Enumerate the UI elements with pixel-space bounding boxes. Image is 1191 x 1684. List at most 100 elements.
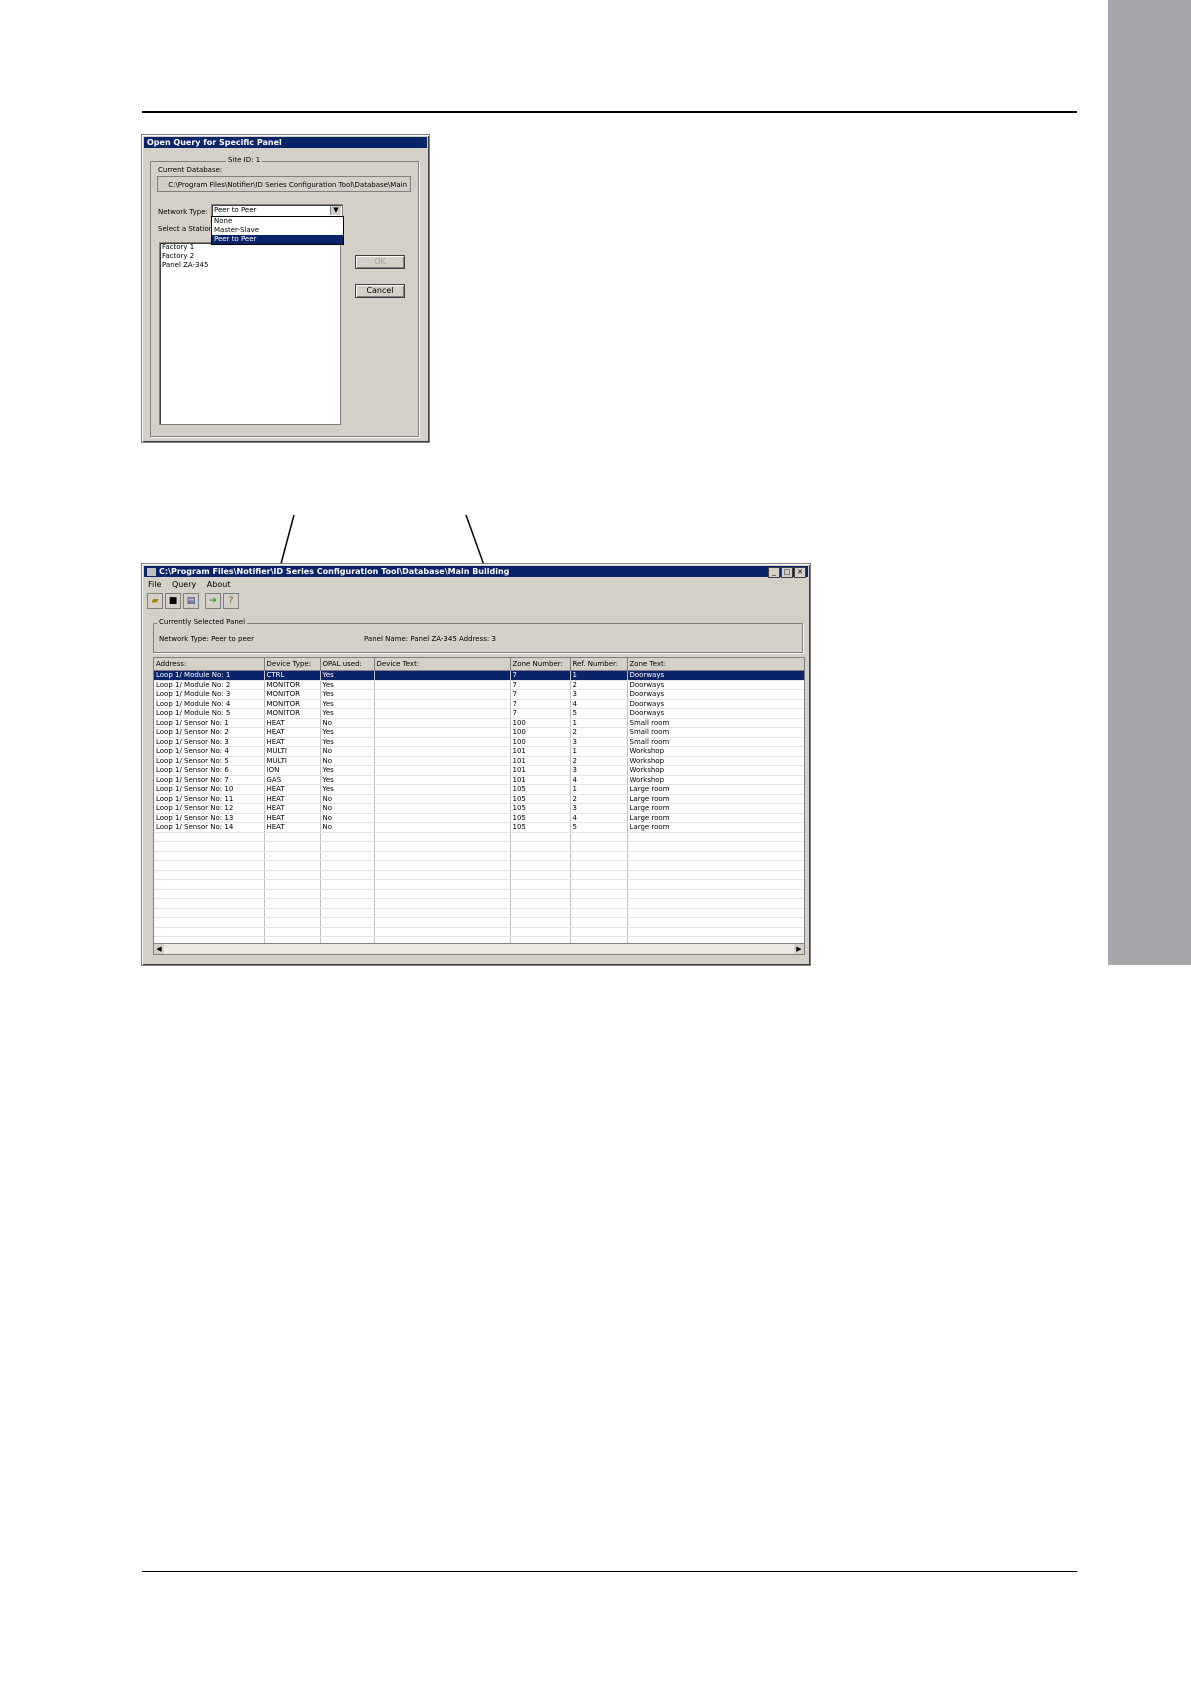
table-row[interactable]: Loop 1/ Sensor No: 1 HEAT No 100 1 Small room xyxy=(154,718,804,728)
network-type-info: Network Type: Peer to peer xyxy=(159,635,254,643)
horizontal-scrollbar[interactable]: ◀ ▶ xyxy=(153,943,805,955)
network-option-none[interactable]: None xyxy=(212,217,343,226)
table-cell xyxy=(510,917,571,928)
empty-table-row xyxy=(154,927,804,937)
empty-table-row xyxy=(154,851,804,861)
menu-about[interactable]: About xyxy=(207,580,231,589)
table-row[interactable]: Loop 1/ Sensor No: 5 MULTI No 101 2 Workshop xyxy=(154,756,804,766)
menu-query[interactable]: Query xyxy=(172,580,196,589)
table-cell xyxy=(320,832,375,842)
table-row[interactable]: Loop 1/ Sensor No: 12 HEAT No 105 3 Large roo… xyxy=(154,803,804,814)
table-cell: Loop 1/ Module No: 1 xyxy=(154,670,265,681)
table-cell xyxy=(320,898,375,909)
table-row[interactable]: Loop 1/ Module No: 2 MONITOR Yes 7 2 Doorways xyxy=(154,680,804,690)
table-cell xyxy=(374,870,511,880)
column-header[interactable]: Device Text: xyxy=(374,658,511,671)
table-cell: Loop 1/ Sensor No: 11 xyxy=(154,794,265,804)
table-cell xyxy=(154,898,265,909)
empty-table-row xyxy=(154,832,804,842)
table-cell xyxy=(374,851,511,861)
table-cell xyxy=(374,898,511,909)
table-row[interactable]: Loop 1/ Sensor No: 7 GAS Yes 101 4 Workshop xyxy=(154,775,804,785)
table-cell xyxy=(374,775,511,785)
table-cell: Loop 1/ Sensor No: 14 xyxy=(154,822,265,833)
table-row[interactable]: Loop 1/ Module No: 3 MONITOR Yes 7 3 Doorways xyxy=(154,689,804,700)
table-cell: GAS xyxy=(264,775,321,785)
table-cell: ION xyxy=(264,765,321,776)
table-cell: Yes xyxy=(320,727,375,738)
table-row[interactable]: Loop 1/ Sensor No: 2 HEAT Yes 100 2 Small roo… xyxy=(154,727,804,738)
table-cell xyxy=(154,889,265,899)
save-disk-icon[interactable]: ■ xyxy=(165,593,181,609)
table-row[interactable]: Loop 1/ Module No: 1 CTRL Yes 7 1 Doorways xyxy=(154,670,804,681)
table-cell xyxy=(374,765,511,776)
selected-panel-label: Currently Selected Panel xyxy=(157,618,248,626)
minimize-icon[interactable]: _ xyxy=(768,567,780,578)
table-cell: Workshop xyxy=(627,765,804,776)
empty-table-row xyxy=(154,889,804,899)
table-cell: 4 xyxy=(570,699,628,709)
maximize-icon[interactable]: □ xyxy=(781,567,793,578)
table-cell: 1 xyxy=(570,746,628,757)
table-cell: Large room xyxy=(627,794,804,804)
table-row[interactable]: Loop 1/ Sensor No: 6 ION Yes 101 3 Workshop xyxy=(154,765,804,776)
table-cell xyxy=(570,860,628,871)
column-header[interactable]: Zone Text: xyxy=(627,658,804,671)
table-row[interactable]: Loop 1/ Sensor No: 13 HEAT No 105 4 Large roo… xyxy=(154,813,804,823)
table-cell: 3 xyxy=(570,689,628,700)
table-cell xyxy=(374,832,511,842)
table-cell xyxy=(627,832,804,842)
table-cell: HEAT xyxy=(264,794,321,804)
table-cell xyxy=(154,841,265,852)
table-row[interactable]: Loop 1/ Module No: 5 MONITOR Yes 7 5 Doorways xyxy=(154,708,804,719)
open-folder-icon[interactable]: ▰ xyxy=(147,593,163,609)
table-cell: No xyxy=(320,756,375,766)
table-cell xyxy=(264,832,321,842)
network-option-peer-to-peer[interactable]: Peer to Peer xyxy=(212,235,343,244)
export-icon[interactable]: ➔ xyxy=(205,593,221,609)
help-key-icon[interactable]: ? xyxy=(223,593,239,609)
table-row[interactable]: Loop 1/ Sensor No: 10 HEAT Yes 105 1 Large ro… xyxy=(154,784,804,795)
device-table[interactable]: Address: Device Type: OPAL used: Device Tex… xyxy=(153,657,805,949)
table-cell: Doorways xyxy=(627,708,804,719)
table-row[interactable]: Loop 1/ Sensor No: 3 HEAT Yes 100 3 Small roo… xyxy=(154,737,804,747)
table-cell: Small room xyxy=(627,727,804,738)
table-cell xyxy=(570,927,628,937)
table-cell: HEAT xyxy=(264,737,321,747)
table-row[interactable]: Loop 1/ Module No: 4 MONITOR Yes 7 4 Doorways xyxy=(154,699,804,709)
table-cell xyxy=(320,889,375,899)
table-cell: 2 xyxy=(570,756,628,766)
table-cell xyxy=(374,699,511,709)
table-cell: 2 xyxy=(570,727,628,738)
table-cell: Doorways xyxy=(627,680,804,690)
close-icon[interactable]: ✕ xyxy=(794,567,806,578)
table-cell: 4 xyxy=(570,813,628,823)
column-header[interactable]: Address: xyxy=(154,658,265,671)
table-cell: Yes xyxy=(320,765,375,776)
table-row[interactable]: Loop 1/ Sensor No: 4 MULTI No 101 1 Workshop xyxy=(154,746,804,757)
print-icon[interactable]: ▤ xyxy=(183,593,199,609)
table-cell: Yes xyxy=(320,784,375,795)
window-controls: _ □ ✕ xyxy=(767,567,806,578)
table-cell: No xyxy=(320,822,375,833)
table-cell: 1 xyxy=(570,670,628,681)
table-cell xyxy=(264,889,321,899)
empty-table-row xyxy=(154,841,804,852)
table-cell: Yes xyxy=(320,699,375,709)
table-cell xyxy=(510,927,571,937)
table-cell: MONITOR xyxy=(264,680,321,690)
table-row[interactable]: Loop 1/ Sensor No: 14 HEAT No 105 5 Large roo… xyxy=(154,822,804,833)
column-header[interactable]: OPAL used: xyxy=(320,658,375,671)
menu-file[interactable]: File xyxy=(148,580,161,589)
column-header[interactable]: Device Type: xyxy=(264,658,321,671)
table-cell xyxy=(154,879,265,890)
table-cell xyxy=(627,851,804,861)
scroll-right-icon[interactable]: ▶ xyxy=(794,944,804,954)
scroll-left-icon[interactable]: ◀ xyxy=(154,944,164,954)
column-header[interactable]: Ref. Number: xyxy=(570,658,628,671)
column-header[interactable]: Zone Number: xyxy=(510,658,571,671)
network-option-master-slave[interactable]: Master-Slave xyxy=(212,226,343,235)
table-cell: Loop 1/ Sensor No: 5 xyxy=(154,756,265,766)
table-row[interactable]: Loop 1/ Sensor No: 11 HEAT No 105 2 Large roo… xyxy=(154,794,804,804)
table-cell xyxy=(154,860,265,871)
